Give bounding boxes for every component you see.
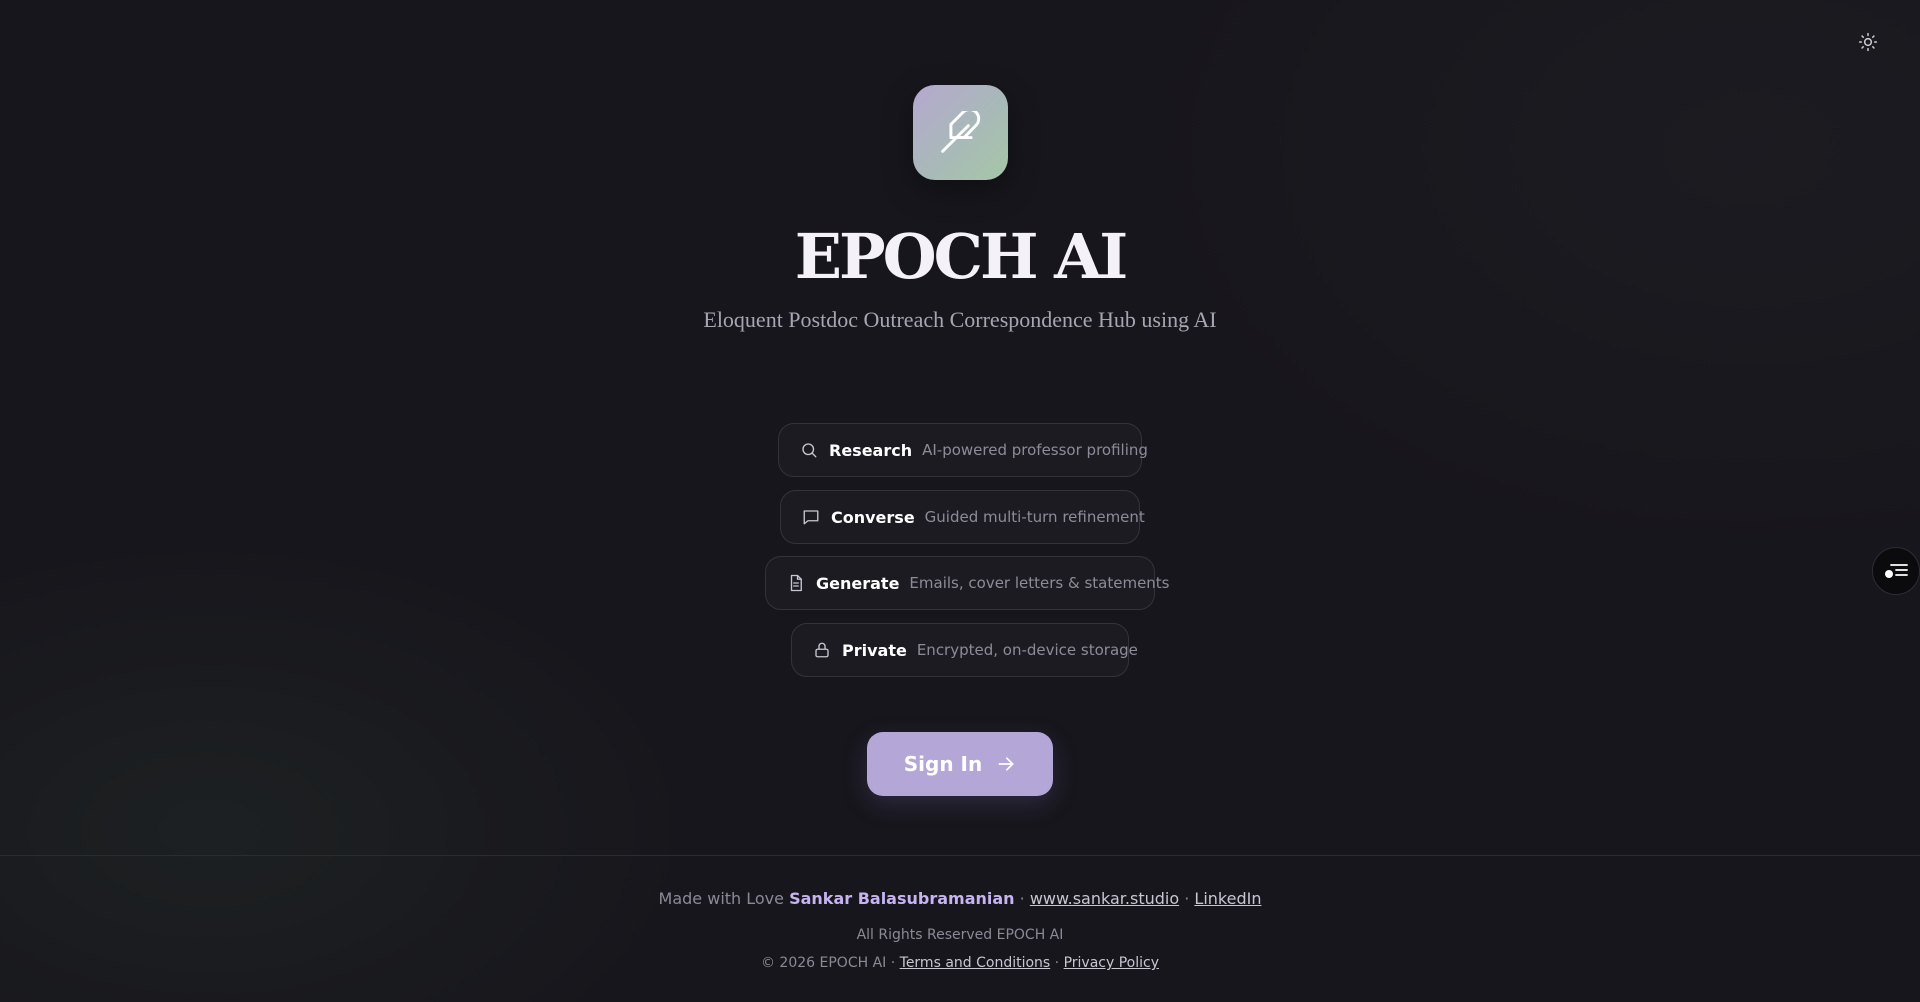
lock-icon — [812, 640, 832, 660]
copyright-text: © 2026 EPOCH AI — [760, 955, 887, 971]
separator: · — [1054, 955, 1060, 971]
footer-divider — [0, 855, 1920, 856]
sun-icon — [1858, 32, 1878, 52]
side-feedback-button[interactable] — [1872, 547, 1920, 595]
feature-research: Research AI-powered professor profiling — [778, 423, 1148, 477]
made-with-text: Made with Love — [658, 889, 784, 908]
feature-description: Guided multi-turn refinement — [924, 508, 1145, 526]
feature-name: Converse — [831, 507, 915, 527]
feature-name: Private — [842, 640, 907, 660]
page-subtitle: Eloquent Postdoc Outreach Correspondence… — [703, 307, 1217, 332]
author-name: Sankar Balasubramanian — [789, 889, 1015, 908]
separator: · — [1019, 889, 1025, 908]
rights-text: All Rights Reserved EPOCH AI — [856, 927, 1064, 943]
feature-description: Emails, cover letters & statements — [909, 574, 1170, 592]
sign-in-label: Sign In — [903, 752, 983, 776]
privacy-link[interactable]: Privacy Policy — [1064, 955, 1159, 971]
document-icon — [786, 573, 806, 593]
feature-description: Encrypted, on-device storage — [916, 641, 1138, 659]
footer-credits: Made with Love Sankar Balasubramanian · … — [0, 889, 1920, 908]
terms-link[interactable]: Terms and Conditions — [900, 955, 1051, 971]
arrow-right-icon — [998, 757, 1014, 771]
page-title: EPOCH AI — [794, 220, 1129, 293]
separator: · — [890, 955, 896, 971]
website-link[interactable]: www.sankar.studio — [1030, 889, 1179, 908]
footer-legal: © 2026 EPOCH AI · Terms and Conditions ·… — [0, 955, 1920, 971]
feedback-icon — [1885, 564, 1908, 578]
sign-in-button[interactable]: Sign In — [867, 732, 1053, 796]
feature-name: Generate — [816, 573, 900, 593]
chat-icon — [801, 507, 821, 527]
feather-icon — [940, 110, 980, 153]
feature-name: Research — [829, 440, 913, 460]
feature-private: Private Encrypted, on-device storage — [791, 623, 1138, 677]
search-icon — [799, 440, 819, 460]
linkedin-link[interactable]: LinkedIn — [1194, 889, 1261, 908]
theme-toggle-button[interactable] — [1851, 28, 1885, 56]
feature-converse: Converse Guided multi-turn refinement — [780, 490, 1145, 544]
separator: · — [1184, 889, 1190, 908]
feature-description: AI-powered professor profiling — [922, 441, 1148, 459]
feature-generate: Generate Emails, cover letters & stateme… — [765, 556, 1170, 610]
app-logo — [913, 85, 1008, 180]
